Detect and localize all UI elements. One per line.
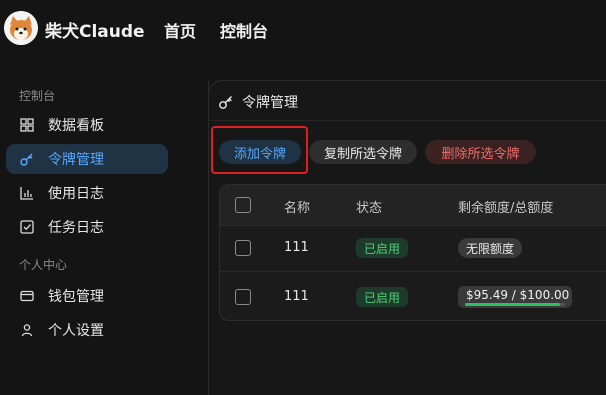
sidebar-item-label: 使用日志 — [48, 186, 104, 202]
row-checkbox[interactable] — [235, 289, 251, 305]
status-badge: 已启用 — [356, 238, 409, 258]
sidebar-item-label: 个人设置 — [48, 323, 104, 339]
panel-header: 令牌管理 — [218, 92, 298, 112]
delete-selected-tokens-button[interactable]: 删除所选令牌 — [425, 140, 536, 164]
nav-console[interactable]: 控制台 — [220, 18, 268, 42]
panel-title: 令牌管理 — [242, 95, 298, 111]
sidebar-item-label: 任务日志 — [48, 220, 104, 236]
sidebar-item-wallet[interactable]: 钱包管理 — [6, 281, 168, 311]
sidebar-item-label: 令牌管理 — [48, 152, 104, 168]
sidebar-item-dashboard[interactable]: 数据看板 — [6, 110, 168, 140]
checkbox-task-icon — [20, 220, 34, 234]
column-header-status[interactable]: 状态 — [356, 197, 382, 216]
panel-divider — [208, 120, 606, 121]
wallet-icon — [20, 289, 34, 303]
quota-badge: 无限额度 — [458, 238, 523, 258]
shiba-logo[interactable] — [4, 11, 38, 45]
sidebar-item-label: 钱包管理 — [48, 289, 104, 305]
key-icon — [218, 94, 234, 110]
row-divider — [220, 225, 606, 226]
sidebar-item-usage-log[interactable]: 使用日志 — [6, 178, 168, 208]
sidebar-group-personal: 个人中心 — [19, 258, 68, 272]
panel-left-border — [208, 80, 209, 395]
quota-track — [465, 303, 565, 306]
table-header: 名称 状态 剩余额度/总额度 — [220, 185, 606, 225]
shiba-logo-icon — [4, 11, 38, 45]
row-checkbox[interactable] — [235, 240, 251, 256]
token-name: 111 — [284, 240, 309, 255]
quota-fill — [465, 303, 561, 306]
sidebar-item-label: 数据看板 — [48, 118, 104, 134]
user-icon — [20, 323, 34, 337]
quota-text: $95.49 / $100.00 — [466, 288, 570, 302]
highlight-box — [211, 126, 308, 174]
bar-chart-icon — [20, 186, 34, 200]
sidebar-item-task-log[interactable]: 任务日志 — [6, 212, 168, 242]
column-header-quota[interactable]: 剩余额度/总额度 — [458, 197, 553, 216]
key-icon — [20, 152, 34, 166]
dashboard-icon — [20, 118, 34, 132]
top-bar: 柴犬Claude 首页 控制台 — [0, 0, 606, 56]
brand-name[interactable]: 柴犬Claude — [45, 17, 145, 42]
status-badge: 已启用 — [356, 287, 409, 307]
sidebar-item-personal-settings[interactable]: 个人设置 — [6, 315, 168, 345]
column-header-name[interactable]: 名称 — [284, 197, 310, 216]
row-divider — [220, 271, 606, 272]
sidebar-item-token-management[interactable]: 令牌管理 — [6, 144, 168, 174]
token-table: 名称 状态 剩余额度/总额度 111 已启用 无限额度 111 已启用 $95.… — [219, 184, 606, 321]
token-name: 111 — [284, 289, 309, 304]
quota-progress: $95.49 / $100.00 — [458, 286, 572, 308]
copy-selected-tokens-button[interactable]: 复制所选令牌 — [309, 140, 417, 164]
sidebar-group-console: 控制台 — [19, 89, 56, 103]
nav-home[interactable]: 首页 — [164, 18, 196, 42]
select-all-checkbox[interactable] — [235, 197, 251, 213]
